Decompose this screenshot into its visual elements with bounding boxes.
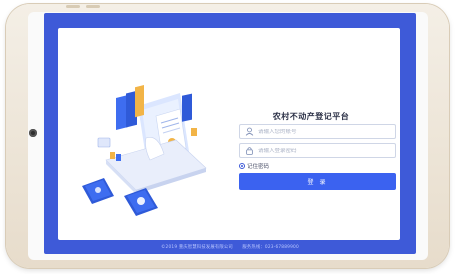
tablet-button	[66, 5, 80, 8]
login-button[interactable]: 登 录	[239, 173, 396, 190]
copyright-text: ©2019 重庆智慧科技发展有限公司	[161, 245, 233, 250]
footer: ©2019 重庆智慧科技发展有限公司 服务热线：023-67889900	[44, 244, 416, 250]
remember-radio[interactable]	[239, 163, 245, 169]
username-input[interactable]	[258, 128, 395, 135]
password-input[interactable]	[258, 147, 395, 154]
hotline-text: 服务热线：023-67889900	[242, 245, 299, 250]
remember-label: 记住密码	[247, 164, 270, 170]
login-illustration	[82, 85, 207, 216]
tablet-button	[86, 5, 100, 8]
page-title: 农村不动产登记平台	[272, 112, 350, 121]
password-field[interactable]	[239, 143, 396, 158]
remember-password-option[interactable]: 记住密码	[239, 162, 269, 170]
login-card: 农村不动产登记平台 记住密码 登 录	[58, 28, 400, 240]
camera-icon	[29, 129, 37, 137]
app-screen: 农村不动产登记平台 记住密码 登 录 ©2019 重庆智慧科技发展有限公司 服务…	[44, 13, 416, 254]
username-field[interactable]	[239, 124, 396, 139]
user-icon	[244, 126, 255, 137]
lock-icon	[244, 145, 255, 156]
